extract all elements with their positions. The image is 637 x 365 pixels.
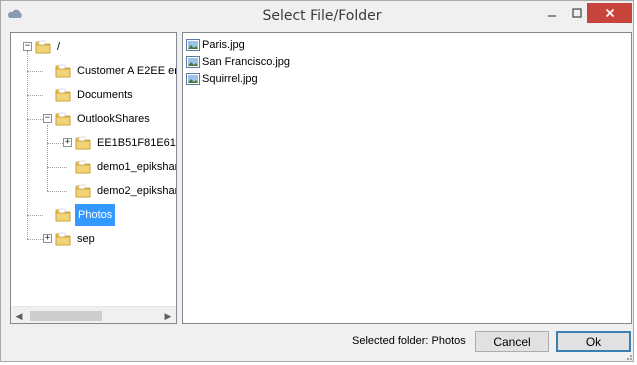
maximize-icon — [572, 8, 582, 18]
tree-item-label: Documents — [77, 89, 133, 101]
tree-item-label: OutlookShares — [77, 113, 150, 125]
tree-item-label-selected: Photos — [75, 204, 116, 226]
folder-tree[interactable]: − − + + / Customer A E2EE end Documents … — [10, 32, 177, 324]
tree-connector — [27, 215, 43, 216]
close-icon — [605, 8, 614, 18]
file-name: San Francisco.jpg — [202, 55, 291, 68]
resize-grip-icon[interactable] — [623, 353, 633, 361]
file-name: Squirrel.jpg — [202, 72, 258, 85]
scroll-left-arrow-icon[interactable]: ◀ — [13, 310, 25, 322]
selected-folder-status: Selected folder: Photos — [352, 335, 466, 347]
file-item-paris[interactable]: Paris.jpg — [186, 36, 245, 53]
folder-icon — [55, 88, 71, 102]
tree-item-root[interactable]: / — [35, 36, 62, 58]
horizontal-scrollbar[interactable]: ◀ ▶ — [11, 306, 176, 323]
title-bar: Select File/Folder — [1, 1, 633, 31]
tree-item-label: sep — [77, 233, 95, 245]
minimize-icon — [548, 15, 556, 17]
tree-item-label: Customer A E2EE end — [77, 65, 177, 77]
ok-button[interactable]: Ok — [556, 331, 631, 352]
image-file-icon — [186, 55, 200, 68]
tree-item-outlookshares[interactable]: OutlookShares — [55, 108, 152, 130]
tree-connector — [27, 51, 28, 239]
folder-icon — [55, 208, 71, 222]
expand-toggle[interactable]: + — [63, 138, 72, 147]
tree-item-customer-a[interactable]: Customer A E2EE end — [55, 60, 177, 82]
collapse-toggle[interactable]: − — [23, 42, 32, 51]
file-item-san-francisco[interactable]: San Francisco.jpg — [186, 53, 290, 70]
tree-item-label: demo2_epikshare — [97, 185, 177, 197]
tree-item-demo2-epikshare[interactable]: demo2_epikshare — [75, 180, 177, 202]
maximize-button[interactable] — [567, 3, 587, 23]
tree-item-ee1b51f81e613[interactable]: EE1B51F81E613 — [75, 132, 177, 154]
tree-connector — [27, 119, 43, 120]
tree-item-demo1-epikshare[interactable]: demo1_epikshare — [75, 156, 177, 178]
close-button[interactable] — [587, 3, 632, 23]
file-item-squirrel[interactable]: Squirrel.jpg — [186, 70, 258, 87]
minimize-button[interactable] — [542, 3, 562, 23]
file-name: Paris.jpg — [202, 38, 245, 51]
folder-icon — [75, 160, 91, 174]
tree-item-photos[interactable]: Photos — [55, 204, 116, 226]
scrollbar-thumb[interactable] — [30, 311, 102, 321]
image-file-icon — [186, 38, 200, 51]
folder-icon — [55, 64, 71, 78]
tree-item-label: / — [57, 41, 61, 53]
tree-item-documents[interactable]: Documents — [55, 84, 135, 106]
tree-connector — [47, 191, 67, 192]
file-list[interactable]: Paris.jpg San Francisco.jpg Squirrel.jpg — [182, 32, 632, 324]
collapse-toggle[interactable]: − — [43, 114, 52, 123]
tree-item-sep[interactable]: sep — [55, 228, 97, 250]
tree-item-label: demo1_epikshare — [97, 161, 177, 173]
folder-icon — [75, 184, 91, 198]
select-file-folder-dialog: Select File/Folder − − + + / Customer A … — [0, 0, 634, 362]
folder-icon — [55, 232, 71, 246]
tree-connector — [27, 239, 43, 240]
tree-connector — [47, 125, 48, 191]
folder-icon — [35, 40, 51, 54]
tree-connector — [27, 71, 43, 72]
scroll-right-arrow-icon[interactable]: ▶ — [162, 310, 174, 322]
tree-connector — [47, 167, 67, 168]
expand-toggle[interactable]: + — [43, 234, 52, 243]
image-file-icon — [186, 72, 200, 85]
cancel-button[interactable]: Cancel — [475, 331, 549, 352]
folder-icon — [75, 136, 91, 150]
tree-connector — [27, 95, 43, 96]
tree-item-label: EE1B51F81E613 — [97, 137, 177, 149]
folder-icon — [55, 112, 71, 126]
